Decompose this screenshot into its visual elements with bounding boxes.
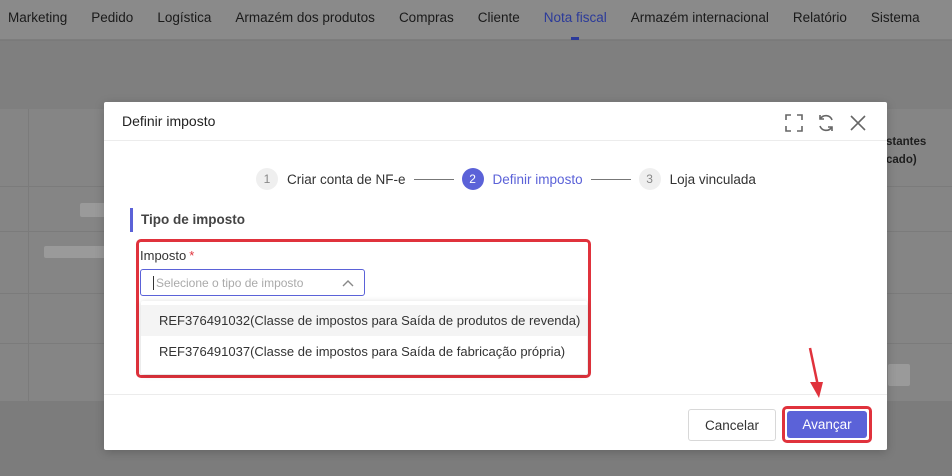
step-create-nfe-account: 1 Criar conta de NF-e — [256, 168, 406, 190]
step-linked-store: 3 Loja vinculada — [638, 168, 756, 190]
nav-item-pedido[interactable]: Pedido — [79, 0, 145, 40]
nav-item-armazem-internacional[interactable]: Armazém internacional — [619, 0, 781, 40]
step-label: Criar conta de NF-e — [287, 171, 406, 187]
nav-item-relatorio[interactable]: Relatório — [781, 0, 859, 40]
dialog-header: Definir imposto — [104, 102, 887, 141]
next-button[interactable]: Avançar — [787, 411, 867, 438]
dialog-title: Definir imposto — [122, 113, 216, 129]
blurred-content — [80, 203, 106, 217]
blurred-content — [44, 246, 106, 258]
nav-item-nota-fiscal[interactable]: Nota fiscal — [532, 0, 619, 40]
tax-field-label: Imposto * — [140, 248, 195, 263]
step-number: 1 — [256, 168, 278, 190]
nav-item-logistica[interactable]: Logística — [145, 0, 223, 40]
dropdown-option[interactable]: REF376491032(Classe de impostos para Saí… — [141, 305, 587, 336]
select-placeholder: Selecione o tipo de imposto — [156, 275, 304, 290]
nav-item-marketing[interactable]: Marketing — [0, 0, 79, 40]
background-toolbar — [0, 41, 952, 109]
step-define-tax: 2 Definir imposto — [461, 168, 583, 190]
fullscreen-icon[interactable] — [783, 112, 805, 134]
text-cursor — [153, 275, 154, 290]
background-column-header: stantes cado) — [886, 136, 927, 166]
step-connector — [590, 178, 631, 180]
define-tax-dialog: Definir imposto 1 Criar conta de NF-e 2 … — [104, 102, 887, 450]
tax-type-select[interactable]: Selecione o tipo de imposto — [140, 269, 365, 296]
required-mark: * — [189, 248, 195, 263]
step-label: Definir imposto — [492, 171, 583, 187]
nav-item-armazem-produtos[interactable]: Armazém dos produtos — [223, 0, 387, 40]
step-number: 2 — [461, 168, 484, 190]
step-number: 3 — [638, 168, 661, 190]
blurred-content — [888, 364, 910, 386]
dropdown-option[interactable]: REF376491037(Classe de impostos para Saí… — [141, 336, 587, 367]
section-title: Tipo de imposto — [130, 208, 245, 232]
highlight-box-next-button: Avançar — [782, 406, 872, 443]
annotation-arrow-icon — [808, 347, 823, 398]
top-nav: Marketing Pedido Logística Armazém dos p… — [0, 0, 952, 40]
nav-item-compras[interactable]: Compras — [387, 0, 466, 40]
nav-item-cliente[interactable]: Cliente — [466, 0, 532, 40]
dialog-header-actions — [783, 112, 869, 134]
cancel-button[interactable]: Cancelar — [688, 409, 776, 441]
step-label: Loja vinculada — [669, 171, 756, 187]
tax-type-dropdown: REF376491032(Classe de impostos para Saí… — [141, 301, 587, 374]
wizard-steps: 1 Criar conta de NF-e 2 Definir imposto … — [256, 168, 756, 190]
dialog-footer: Cancelar Avançar — [104, 394, 887, 450]
nav-item-sistema[interactable]: Sistema — [859, 0, 932, 40]
chevron-up-icon — [342, 277, 354, 292]
refresh-icon[interactable] — [815, 112, 837, 134]
step-connector — [413, 178, 454, 180]
table-col-divider — [28, 109, 29, 401]
close-icon[interactable] — [847, 112, 869, 134]
